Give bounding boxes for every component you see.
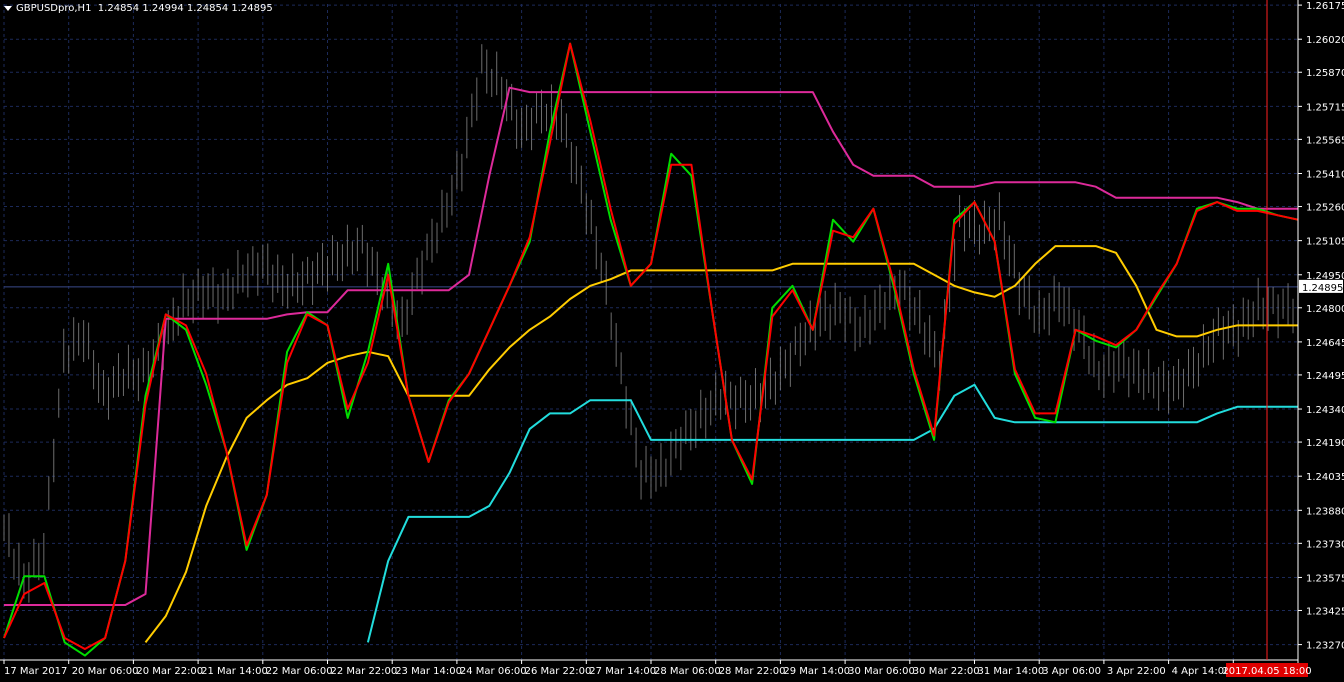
price-chart[interactable]: 1.26175 1.26020 1.25870 1.25715 1.25565 1.254…: [0, 0, 1344, 682]
x-tick-label: 17 Mar 2017: [4, 666, 67, 677]
y-tick-label: 1.24800: [1306, 304, 1344, 315]
x-tick-label: 28 Mar 06:00: [654, 666, 721, 677]
ohlc-values: 1.24854 1.24994 1.24854 1.24895: [97, 3, 273, 14]
x-tick-label: 24 Mar 06:00: [460, 666, 527, 677]
x-tick-label: 31 Mar 14:00: [978, 666, 1045, 677]
y-tick-label: 1.25565: [1306, 135, 1344, 146]
dropdown-triangle-icon[interactable]: [4, 5, 12, 11]
y-tick-label: 1.23575: [1306, 573, 1344, 584]
x-tick-label: 20 Mar 06:00: [72, 666, 139, 677]
y-tick-label: 1.25260: [1306, 203, 1344, 214]
y-tick-label: 1.25410: [1306, 170, 1344, 181]
x-tick-label: 22 Mar 22:00: [331, 666, 398, 677]
x-tick-label: 23 Mar 14:00: [395, 666, 462, 677]
x-tick-label: 26 Mar 22:00: [525, 666, 592, 677]
chart-background: [0, 0, 1344, 682]
y-tick-label: 1.25715: [1306, 102, 1344, 113]
y-tick-label: 1.25105: [1306, 237, 1344, 248]
current-price-label: 1.24895: [1302, 283, 1343, 294]
x-tick-label: 21 Mar 14:00: [201, 666, 268, 677]
x-tick-label: 22 Mar 06:00: [266, 666, 333, 677]
y-tick-label: 1.23425: [1306, 606, 1344, 617]
x-tick-label: 29 Mar 14:00: [783, 666, 850, 677]
chart-header: GBPUSDpro,H1 1.24854 1.24994 1.24854 1.2…: [4, 3, 273, 14]
x-tick-label: 28 Mar 22:00: [719, 666, 786, 677]
y-tick-label: 1.24035: [1306, 472, 1344, 483]
y-tick-label: 1.24645: [1306, 338, 1344, 349]
y-tick-label: 1.23880: [1306, 506, 1344, 517]
y-tick-label: 1.23270: [1306, 641, 1344, 652]
x-tick-label: 20 Mar 22:00: [136, 666, 203, 677]
symbol-label: GBPUSDpro,H1: [16, 3, 92, 14]
x-tick-label: 27 Mar 14:00: [589, 666, 656, 677]
y-tick-label: 1.24340: [1306, 405, 1344, 416]
x-tick-label: 3 Apr 06:00: [1042, 666, 1101, 677]
y-tick-label: 1.26175: [1306, 1, 1344, 12]
y-tick-label: 1.23730: [1306, 539, 1344, 550]
y-tick-label: 1.24495: [1306, 371, 1344, 382]
x-tick-label: 30 Mar 06:00: [848, 666, 915, 677]
y-tick-label: 1.24190: [1306, 438, 1344, 449]
x-tick-label: 30 Mar 22:00: [913, 666, 980, 677]
x-tick-label: 3 Apr 22:00: [1107, 666, 1166, 677]
cursor-time-label: 2017.04.05 18:00: [1222, 666, 1311, 677]
y-tick-label: 1.25870: [1306, 68, 1344, 79]
y-tick-label: 1.26020: [1306, 35, 1344, 46]
